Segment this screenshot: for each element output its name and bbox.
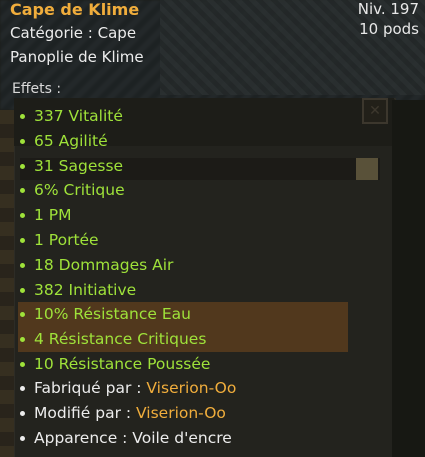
appearance-text: Apparence : Voile d'encre — [34, 428, 232, 447]
item-name: Cape de Klime — [10, 0, 140, 19]
modified-by-label: Modifié par : — [34, 403, 137, 422]
bullet-icon — [20, 287, 25, 293]
effects-list: 337 Vitalité 65 Agilité 31 Sagesse 6% Cr… — [18, 104, 348, 377]
effect-text: 10% Résistance Eau — [34, 305, 191, 324]
crafter-name: Viserion-Oo — [146, 379, 237, 397]
effect-text: 6% Critique — [34, 181, 125, 200]
bullet-icon — [20, 435, 25, 441]
item-details-list: Fabriqué par : Viserion-Oo Modifié par :… — [18, 376, 236, 450]
crafted-by-label: Fabriqué par : — [34, 379, 147, 397]
appearance-line: Apparence : Voile d'encre — [18, 426, 236, 451]
bullet-icon — [20, 410, 25, 416]
effect-line: 10 Résistance Poussée — [18, 352, 348, 377]
effect-line: 382 Initiative — [18, 278, 348, 303]
bullet-icon — [20, 138, 25, 144]
effect-line: 10% Résistance Eau — [18, 302, 348, 328]
bullet-icon — [20, 114, 25, 119]
effect-text: 31 Sagesse — [34, 156, 124, 175]
modified-by-line: Modifié par : Viserion-Oo — [18, 401, 236, 426]
bullet-icon — [20, 213, 25, 219]
effect-line: 18 Dommages Air — [18, 253, 348, 278]
effect-text: 1 Portée — [34, 230, 99, 249]
item-set: Panoplie de Klime — [10, 48, 144, 66]
effect-text: 65 Agilité — [34, 131, 108, 150]
item-level: Niv. 197 — [357, 0, 419, 18]
item-weight: 10 pods — [359, 20, 419, 38]
bullet-icon — [20, 237, 25, 243]
effects-heading: Effets : — [12, 81, 62, 97]
modifier-name: Viserion-Oo — [136, 403, 226, 422]
bullet-icon — [20, 337, 25, 343]
bullet-icon — [20, 262, 25, 268]
effect-line: 1 PM — [18, 203, 348, 228]
effect-text: 337 Vitalité — [34, 107, 123, 125]
effect-text: 382 Initiative — [34, 280, 137, 299]
effect-text: 10 Résistance Poussée — [34, 354, 211, 373]
effect-text: 1 PM — [34, 206, 72, 225]
bullet-icon — [20, 188, 25, 194]
crafted-by-line: Fabriqué par : Viserion-Oo — [18, 376, 236, 401]
effect-line: 31 Sagesse — [18, 154, 348, 179]
effect-text: 18 Dommages Air — [34, 255, 174, 274]
effect-line: 337 Vitalité — [18, 104, 348, 129]
bullet-icon — [20, 163, 25, 169]
effect-text: 4 Résistance Critiques — [34, 330, 207, 349]
effect-line: 4 Résistance Critiques — [18, 327, 348, 352]
bullet-icon — [20, 361, 25, 367]
bullet-icon — [20, 386, 25, 391]
effect-line: 1 Portée — [18, 228, 348, 253]
item-category: Catégorie : Cape — [10, 24, 137, 42]
bullet-icon — [20, 312, 25, 318]
effect-line: 6% Critique — [18, 178, 348, 203]
effect-line: 65 Agilité — [18, 129, 348, 154]
item-tooltip: Cape de Klime Niv. 197 10 pods Catégorie… — [0, 0, 425, 457]
